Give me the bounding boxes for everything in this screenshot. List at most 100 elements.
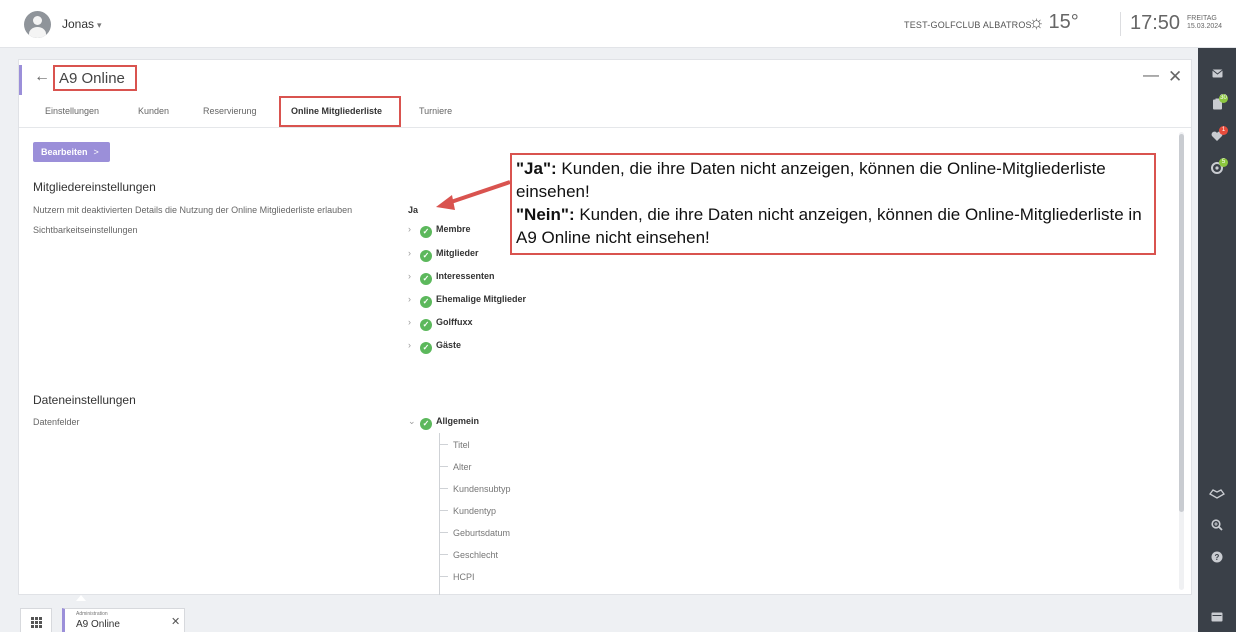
- tree-item[interactable]: › ✓ Ehemalige Mitglieder: [408, 294, 526, 308]
- field-label: Datenfelder: [33, 417, 80, 427]
- tree-item-label: Gäste: [436, 340, 462, 350]
- date-display: FREITAG 15.03.2024: [1187, 15, 1222, 31]
- annotation-arrow: [436, 180, 511, 210]
- user-avatar[interactable]: [24, 11, 51, 38]
- chevron-right-icon: ›: [408, 340, 411, 350]
- top-bar: Jonas ▾ TEST-GOLFCLUB ALBATROS ☼ 15° 17:50…: [0, 0, 1236, 48]
- tree-child-item: Alter: [439, 462, 472, 472]
- chevron-right-icon: ›: [408, 271, 411, 281]
- tab-turniere[interactable]: Turniere: [419, 106, 452, 116]
- check-icon: ✓: [420, 273, 432, 285]
- chevron-right-icon: ›: [408, 224, 411, 234]
- tree-child-item: Kundentyp: [439, 506, 496, 516]
- tab-divider: [19, 127, 1191, 128]
- app-grid-button[interactable]: [20, 608, 52, 632]
- tree-child-label: Geschlecht: [453, 550, 499, 560]
- heart-icon[interactable]: 1: [1207, 126, 1228, 148]
- tree-child-label: Alter: [453, 462, 472, 472]
- notification-badge: 1: [1219, 126, 1228, 135]
- weekday: FREITAG: [1187, 15, 1217, 22]
- tree-child-label: Titel: [453, 440, 470, 450]
- tree-child-label: Kundensubtyp: [453, 484, 511, 494]
- chevron-right-icon: ›: [408, 248, 411, 258]
- annotation-highlight: [279, 96, 401, 127]
- tree-child-label: HCPI: [453, 572, 475, 582]
- field-label: Nutzern mit deaktivierten Details die Nu…: [33, 205, 353, 215]
- check-icon: ✓: [420, 319, 432, 331]
- handshake-icon[interactable]: [1207, 485, 1227, 505]
- tree-item-label: Membre: [436, 224, 471, 234]
- notification-badge: 30: [1219, 94, 1228, 103]
- app-window: ← A9 Online — ✕ Einstellungen Kunden Res…: [18, 59, 1192, 595]
- clipboard-icon[interactable]: 30: [1207, 94, 1228, 116]
- tab-einstellungen[interactable]: Einstellungen: [45, 106, 99, 116]
- tree-item[interactable]: › ✓ Golffuxx: [408, 317, 473, 331]
- tree-item-label: Ehemalige Mitglieder: [436, 294, 527, 304]
- tree-item-label: Golffuxx: [436, 317, 473, 327]
- check-icon: ✓: [420, 226, 432, 238]
- window-accent: [19, 65, 22, 95]
- task-name: A9 Online: [76, 619, 120, 630]
- tree-item[interactable]: › ✓ Interessenten: [408, 271, 495, 285]
- field-value: Ja: [408, 205, 419, 215]
- edit-button[interactable]: Bearbeiten >: [33, 142, 110, 162]
- help-icon[interactable]: ?: [1207, 549, 1227, 569]
- user-menu[interactable]: Jonas ▾: [62, 17, 102, 31]
- chevron-down-icon: ⌄: [408, 416, 416, 426]
- temperature: 15°: [1048, 11, 1079, 33]
- tree-item[interactable]: › ✓ Membre: [408, 224, 471, 238]
- tree-child-label: Kundentyp: [453, 506, 497, 516]
- back-arrow-icon[interactable]: ←: [34, 68, 50, 86]
- task-tab-a9-online[interactable]: Administration A9 Online ✕: [62, 608, 185, 632]
- tab-reservierung[interactable]: Reservierung: [203, 106, 257, 116]
- club-name: TEST-GOLFCLUB ALBATROS: [904, 20, 1032, 30]
- tree-child-label: Geburtsdatum: [453, 528, 511, 538]
- clock: 17:50: [1130, 12, 1181, 34]
- chevron-right-icon: ›: [408, 294, 411, 304]
- tree-item[interactable]: › ✓ Mitglieder: [408, 248, 479, 262]
- tree-item[interactable]: ⌄ ✓ Allgemein: [408, 416, 479, 430]
- callout-ja-text: Kunden, die ihre Daten nicht anzeigen, k…: [516, 159, 1106, 201]
- callout-nein-text: Kunden, die ihre Daten nicht anzeigen, k…: [516, 205, 1142, 247]
- zoom-in-icon[interactable]: [1207, 517, 1227, 537]
- notification-badge: 5: [1219, 158, 1228, 167]
- scrollbar-thumb[interactable]: [1179, 134, 1184, 512]
- tree-item-label: Mitglieder: [436, 248, 479, 258]
- weather-widget: ☼ 15°: [1028, 11, 1079, 34]
- divider: [1120, 12, 1121, 36]
- annotation-callout: "Ja": Kunden, die ihre Daten nicht anzei…: [510, 153, 1156, 255]
- panel-icon[interactable]: [1207, 608, 1227, 628]
- tree-item-label: Interessenten: [436, 271, 495, 281]
- edit-button-label: Bearbeiten: [41, 147, 88, 157]
- section-heading: Mitgliedereinstellungen: [33, 180, 156, 194]
- task-category: Administration: [76, 611, 108, 617]
- callout-ja-key: "Ja":: [516, 159, 557, 178]
- chevron-down-icon: ▾: [97, 20, 102, 30]
- tree-child-item: Geschlecht: [439, 550, 498, 560]
- date: 15.03.2024: [1187, 23, 1223, 30]
- tree-child-item: Kundensubtyp: [439, 484, 511, 494]
- target-icon[interactable]: 5: [1207, 158, 1228, 180]
- mail-icon[interactable]: [1207, 64, 1227, 84]
- tree-child-item: Geburtsdatum: [439, 528, 510, 538]
- tree-child-item: HCPI: [439, 572, 475, 582]
- minimize-icon[interactable]: —: [1143, 67, 1159, 85]
- bottom-taskbar: Administration A9 Online ✕: [0, 604, 1198, 632]
- tree-child-item: Titel: [439, 440, 470, 450]
- chevron-right-icon: >: [93, 147, 99, 157]
- sun-icon: ☼: [1028, 12, 1045, 32]
- section-heading: Dateneinstellungen: [33, 393, 136, 407]
- tab-kunden[interactable]: Kunden: [138, 106, 169, 116]
- close-icon[interactable]: ✕: [171, 615, 180, 628]
- svg-text:?: ?: [1215, 553, 1220, 562]
- field-label: Sichtbarkeitseinstellungen: [33, 225, 138, 235]
- grid-icon: [31, 617, 42, 628]
- tree-item[interactable]: › ✓ Gäste: [408, 340, 461, 354]
- callout-nein-key: "Nein":: [516, 205, 575, 224]
- close-icon[interactable]: ✕: [1168, 67, 1182, 87]
- check-icon: ✓: [420, 296, 432, 308]
- check-icon: ✓: [420, 418, 432, 430]
- task-pointer: [76, 595, 86, 601]
- tree-item-label: Allgemein: [436, 416, 480, 426]
- window-title: A9 Online: [59, 70, 125, 87]
